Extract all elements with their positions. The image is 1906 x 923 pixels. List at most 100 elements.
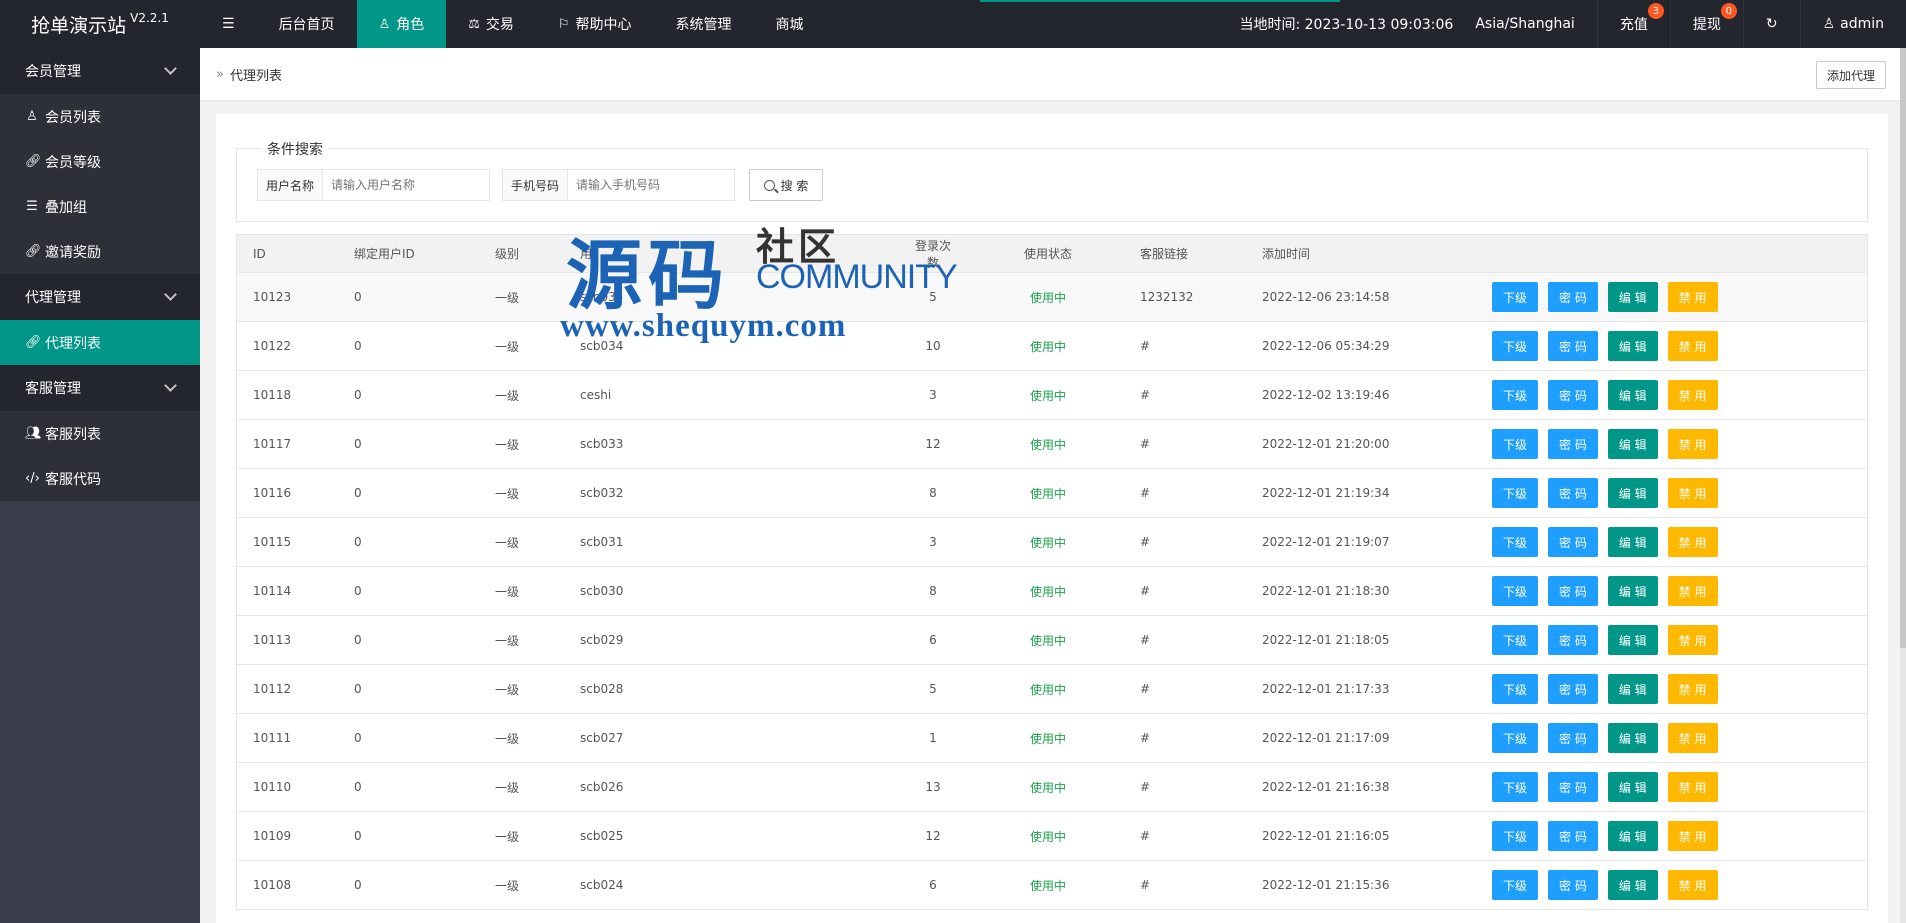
cell-added-time: 2022-12-01 21:16:05 (1262, 829, 1390, 843)
disable-button[interactable]: 禁 用 (1667, 625, 1718, 655)
subordinate-button[interactable]: 下级 (1492, 429, 1539, 459)
nav-system[interactable]: 系统管理 (654, 0, 754, 48)
edit-button[interactable]: 编 辑 (1607, 478, 1658, 508)
edit-button[interactable]: 编 辑 (1607, 576, 1658, 606)
edit-button[interactable]: 编 辑 (1607, 331, 1658, 361)
subordinate-button[interactable]: 下级 (1492, 772, 1539, 802)
nav-home[interactable]: 后台首页 (257, 0, 357, 48)
recharge-button[interactable]: 充值 3 (1596, 0, 1670, 48)
cell-login-count: 6 (929, 878, 937, 892)
edit-button[interactable]: 编 辑 (1607, 821, 1658, 851)
withdraw-button[interactable]: 提现 0 (1669, 0, 1743, 48)
password-button[interactable]: 密 码 (1548, 380, 1598, 410)
cell-level: 一级 (495, 584, 520, 599)
edit-button[interactable]: 编 辑 (1607, 723, 1658, 753)
sidebar-item-service-code[interactable]: ‹/› 客服代码 (0, 456, 200, 501)
sidebar-item-service-list[interactable]: 👥︎ 客服列表 (0, 411, 200, 456)
cell-username: scb027 (580, 731, 624, 745)
subordinate-button[interactable]: 下级 (1492, 478, 1539, 508)
password-button[interactable]: 密 码 (1548, 625, 1598, 655)
subordinate-button[interactable]: 下级 (1492, 380, 1539, 410)
add-agent-button[interactable]: 添加代理 (1815, 61, 1886, 89)
users-icon: 👥︎ (25, 426, 42, 441)
phone-search-group: 手机号码 (502, 169, 735, 201)
sidebar-item-stack-group[interactable]: ☰ 叠加组 (0, 184, 200, 229)
subordinate-button[interactable]: 下级 (1492, 331, 1539, 361)
password-button[interactable]: 密 码 (1548, 723, 1598, 753)
sidebar-group-agents[interactable]: 代理管理 (0, 274, 200, 320)
cell-id: 10117 (253, 437, 292, 451)
edit-button[interactable]: 编 辑 (1607, 282, 1658, 312)
disable-button[interactable]: 禁 用 (1667, 331, 1718, 361)
password-button[interactable]: 密 码 (1548, 478, 1598, 508)
search-button[interactable]: 搜 索 (749, 169, 823, 201)
cell-level: 一级 (495, 829, 520, 844)
username-input[interactable] (323, 170, 489, 200)
search-icon (763, 179, 775, 191)
cell-username: scb034 (580, 339, 624, 353)
password-button[interactable]: 密 码 (1548, 527, 1598, 557)
password-button[interactable]: 密 码 (1548, 282, 1598, 312)
edit-button[interactable]: 编 辑 (1607, 429, 1658, 459)
disable-button[interactable]: 禁 用 (1667, 870, 1718, 900)
password-button[interactable]: 密 码 (1548, 772, 1598, 802)
nav-role[interactable]: ♙ 角色 (356, 0, 447, 48)
disable-button[interactable]: 禁 用 (1667, 527, 1718, 557)
sidebar-item-agent-list[interactable]: 🔗︎ 代理列表 (0, 320, 200, 365)
cell-bind-user-id: 0 (354, 633, 362, 647)
table-row: 10117 0 一级 scb033 12 使用中 #2022-12-01 21:20:00 下… (237, 420, 1867, 469)
password-button[interactable]: 密 码 (1548, 429, 1598, 459)
cell-service-link: # (1140, 633, 1151, 647)
password-button[interactable]: 密 码 (1548, 331, 1598, 361)
subordinate-button[interactable]: 下级 (1492, 576, 1539, 606)
disable-button[interactable]: 禁 用 (1667, 380, 1718, 410)
breadcrumb-current[interactable]: 代理列表 (230, 65, 282, 84)
menu-toggle-button[interactable]: ☰ (200, 0, 257, 48)
cell-level: 一级 (495, 339, 520, 354)
edit-button[interactable]: 编 辑 (1607, 527, 1658, 557)
password-button[interactable]: 密 码 (1548, 674, 1598, 704)
disable-button[interactable]: 禁 用 (1667, 772, 1718, 802)
phone-input[interactable] (568, 170, 734, 200)
password-button[interactable]: 密 码 (1548, 870, 1598, 900)
subordinate-button[interactable]: 下级 (1492, 821, 1539, 851)
disable-button[interactable]: 禁 用 (1667, 429, 1718, 459)
cell-service-link: # (1140, 339, 1151, 353)
cell-status: 使用中 (1029, 878, 1066, 893)
refresh-button[interactable]: ↻ (1742, 0, 1800, 48)
edit-button[interactable]: 编 辑 (1607, 625, 1658, 655)
subordinate-button[interactable]: 下级 (1492, 282, 1539, 312)
disable-button[interactable]: 禁 用 (1667, 576, 1718, 606)
user-menu[interactable]: ♙ admin (1799, 0, 1906, 48)
subordinate-button[interactable]: 下级 (1492, 674, 1539, 704)
disable-button[interactable]: 禁 用 (1667, 674, 1718, 704)
cell-bind-user-id: 0 (354, 584, 362, 598)
nav-help[interactable]: ⚐ 帮助中心 (536, 0, 654, 48)
scrollbar[interactable] (1900, 48, 1906, 923)
edit-button[interactable]: 编 辑 (1607, 380, 1658, 410)
edit-button[interactable]: 编 辑 (1607, 674, 1658, 704)
row-actions: 下级密 码编 辑禁 用 (1492, 429, 1718, 459)
password-button[interactable]: 密 码 (1548, 576, 1598, 606)
subordinate-button[interactable]: 下级 (1492, 723, 1539, 753)
brand-logo[interactable]: 抢单演示站 V2.2.1 (0, 0, 200, 48)
nav-mall[interactable]: 商城 (754, 0, 826, 48)
password-button[interactable]: 密 码 (1548, 821, 1598, 851)
sidebar-item-invite-reward[interactable]: 🔗︎ 邀请奖励 (0, 229, 200, 274)
subordinate-button[interactable]: 下级 (1492, 870, 1539, 900)
subordinate-button[interactable]: 下级 (1492, 527, 1539, 557)
disable-button[interactable]: 禁 用 (1667, 478, 1718, 508)
sidebar-item-member-level[interactable]: 🔗︎ 会员等级 (0, 139, 200, 184)
sidebar-group-service[interactable]: 客服管理 (0, 365, 200, 411)
nav-trade[interactable]: ⚖ 交易 (446, 0, 536, 48)
sidebar-item-member-list[interactable]: ♙ 会员列表 (0, 94, 200, 139)
edit-button[interactable]: 编 辑 (1607, 772, 1658, 802)
cell-service-link: # (1140, 388, 1151, 402)
disable-button[interactable]: 禁 用 (1667, 821, 1718, 851)
subordinate-button[interactable]: 下级 (1492, 625, 1539, 655)
disable-button[interactable]: 禁 用 (1667, 723, 1718, 753)
disable-button[interactable]: 禁 用 (1667, 282, 1718, 312)
edit-button[interactable]: 编 辑 (1607, 870, 1658, 900)
table-row: 10115 0 一级 scb031 3 使用中 #2022-12-01 21:19:07 下级… (237, 518, 1867, 567)
sidebar-group-members[interactable]: 会员管理 (0, 48, 200, 94)
